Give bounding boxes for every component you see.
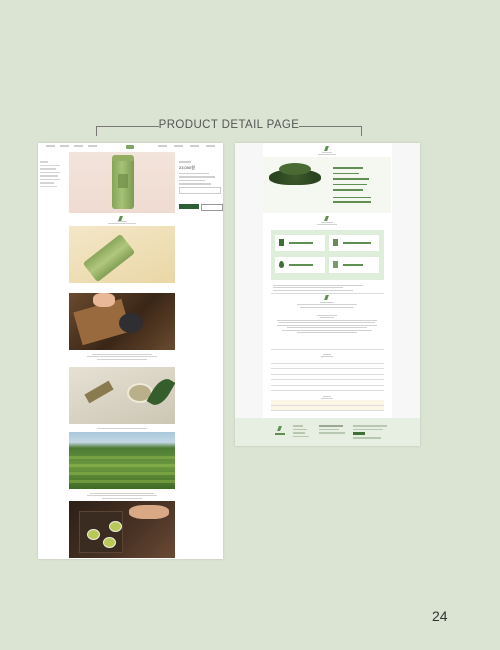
- sidebar-heading: [40, 161, 48, 163]
- category-sidebar: [40, 159, 66, 189]
- product-main-image[interactable]: [69, 152, 175, 213]
- nav-item[interactable]: [190, 145, 199, 147]
- guide-card-time: [329, 257, 379, 273]
- product-price: 23,000원: [179, 164, 195, 170]
- add-to-cart-button[interactable]: [201, 204, 223, 211]
- green-leaf: [146, 375, 175, 409]
- photo-caption: [83, 352, 161, 361]
- guide-card-temperature: [275, 257, 325, 273]
- water-cup-icon: [333, 239, 338, 246]
- tea-leaf-pile-top: [279, 163, 311, 175]
- tea-field-photo: [69, 432, 175, 489]
- info-line: [179, 183, 211, 185]
- right-margin: [392, 143, 420, 418]
- sidebar-item[interactable]: [40, 178, 60, 180]
- tea-leaves-image: [265, 153, 323, 197]
- product-info: 23,000원: [179, 159, 221, 194]
- canister-label: [118, 174, 128, 188]
- buy-now-button[interactable]: [179, 204, 199, 209]
- tea-cup: [103, 537, 116, 548]
- sidebar-item[interactable]: [40, 164, 60, 166]
- info-line: [179, 172, 209, 174]
- footer-button[interactable]: [353, 432, 365, 435]
- sidebar-item[interactable]: [40, 168, 56, 170]
- hand: [93, 293, 115, 307]
- section-title: PRODUCT DETAIL PAGE: [96, 118, 362, 138]
- hand: [129, 505, 169, 519]
- brand-logo-icon[interactable]: [126, 145, 134, 149]
- tea-ceremony-photo: [69, 367, 175, 424]
- photo-caption: [83, 491, 161, 500]
- nav-item[interactable]: [174, 145, 183, 147]
- page-number: 24: [432, 608, 448, 624]
- sidebar-item[interactable]: [40, 182, 54, 184]
- tea-canister-lying: [82, 233, 136, 283]
- water-drop-icon: [279, 261, 284, 268]
- teapot: [119, 313, 143, 333]
- nav-item[interactable]: [88, 145, 97, 147]
- serving-tray: [79, 511, 123, 553]
- tea-scoop: [84, 380, 114, 404]
- footer-logo-icon[interactable]: [275, 426, 285, 436]
- info-line: [179, 179, 205, 181]
- guide-card-water: [329, 235, 379, 251]
- top-navigation: [38, 143, 223, 151]
- sidebar-item[interactable]: [40, 175, 58, 177]
- review-table[interactable]: [271, 400, 384, 411]
- section-caption: [288, 220, 366, 227]
- tea-cup: [109, 521, 122, 532]
- notice-table: [271, 358, 384, 391]
- brewing-guide: [271, 230, 384, 280]
- site-footer: [235, 418, 420, 446]
- photo-caption: [83, 426, 161, 430]
- nav-item[interactable]: [158, 145, 167, 147]
- page-title: PRODUCT DETAIL PAGE: [158, 119, 300, 131]
- tea-cup: [87, 529, 100, 540]
- section-caption: [83, 219, 161, 226]
- product-detail-mockup-info: [235, 143, 420, 446]
- canister-lid: [112, 155, 134, 161]
- info-line: [179, 176, 215, 178]
- option-select[interactable]: [179, 186, 221, 194]
- product-category: [179, 161, 191, 163]
- tea-leaf-icon: [279, 239, 284, 246]
- section-caption: [288, 300, 366, 309]
- guide-card-amount: [275, 235, 325, 251]
- sidebar-item[interactable]: [40, 185, 57, 187]
- spec-list: [333, 165, 385, 206]
- footer-info: [353, 423, 393, 441]
- info-body: [263, 143, 391, 418]
- nav-item[interactable]: [206, 145, 215, 147]
- product-detail-mockup-main: 23,000원: [38, 143, 223, 559]
- story-text: [273, 313, 381, 335]
- nav-item[interactable]: [60, 145, 69, 147]
- left-margin: [235, 143, 263, 418]
- tea-pouring-photo: [69, 293, 175, 350]
- nav-item[interactable]: [74, 145, 83, 147]
- tea-serving-photo: [69, 501, 175, 558]
- brew-notes: [273, 283, 381, 292]
- footer-contact: [319, 423, 349, 436]
- sidebar-item[interactable]: [40, 171, 60, 173]
- nav-item[interactable]: [46, 145, 55, 147]
- product-detail-image: [69, 226, 175, 283]
- timer-icon: [333, 261, 338, 268]
